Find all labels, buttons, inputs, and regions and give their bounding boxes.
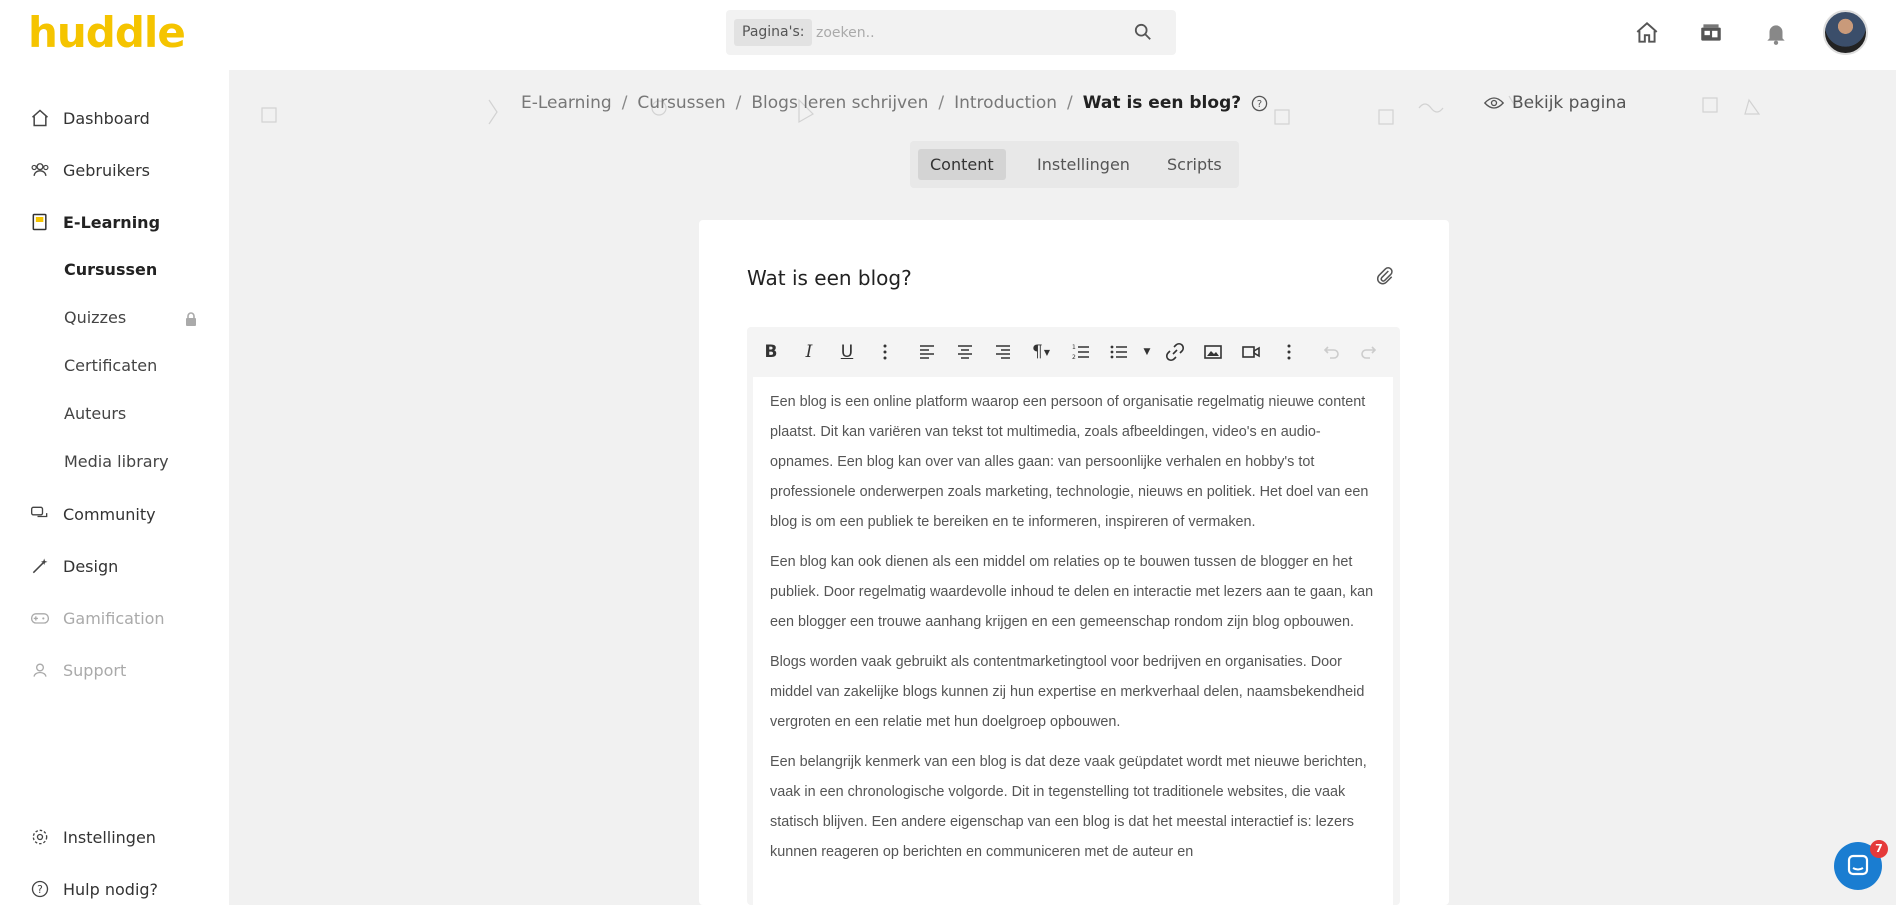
view-page-label: Bekijk pagina [1512, 93, 1627, 113]
sidebar: Dashboard Gebruikers E-Learning Cursusse… [0, 70, 229, 905]
tab-bar: Content Instellingen Scripts [910, 141, 1239, 188]
book-icon [32, 213, 47, 231]
breadcrumb-item[interactable]: E-Learning [521, 93, 612, 113]
sidebar-item-label: Support [63, 660, 127, 680]
breadcrumb-separator: / [1067, 93, 1073, 113]
sidebar-item-hulp[interactable]: ? Hulp nodig? [30, 875, 158, 903]
gamepad-icon [31, 613, 49, 624]
help-icon[interactable]: ? [1251, 95, 1268, 112]
rich-text-editor: B I U ¶ ▼ 12 ▼ Een blog is een online pla… [747, 327, 1400, 905]
sidebar-item-label: Dashboard [63, 108, 150, 128]
bell-icon[interactable] [1763, 20, 1789, 46]
link-icon[interactable] [1163, 340, 1187, 364]
home-icon[interactable] [1634, 20, 1660, 46]
align-right-icon[interactable] [991, 340, 1015, 364]
undo-icon[interactable] [1319, 340, 1343, 364]
sidebar-item-label: Gebruikers [63, 160, 151, 180]
paragraph[interactable]: Een blog kan ook dienen als een middel o… [770, 547, 1376, 637]
magic-wand-icon [32, 558, 48, 574]
editor-content[interactable]: Een blog is een online platform waarop e… [753, 377, 1393, 905]
breadcrumb: E-Learning / Cursussen / Blogs leren sch… [521, 93, 1268, 113]
sidebar-subitem-certificaten[interactable]: Certificaten [64, 354, 157, 378]
list-dropdown-icon[interactable]: ▼ [1135, 340, 1159, 364]
sidebar-subitem-media-library[interactable]: Media library [64, 450, 169, 474]
sidebar-item-gebruikers[interactable]: Gebruikers [30, 156, 150, 184]
sidebar-item-e-learning[interactable]: E-Learning [30, 208, 160, 236]
chat-icon [31, 506, 48, 518]
breadcrumb-separator: / [735, 93, 742, 113]
more-vertical-icon[interactable] [873, 340, 897, 364]
underline-icon[interactable]: U [835, 340, 859, 364]
breadcrumb-item[interactable]: Cursussen [637, 93, 725, 113]
gear-icon [32, 829, 48, 845]
tab-scripts[interactable]: Scripts [1155, 149, 1234, 180]
support-icon [33, 663, 47, 677]
bold-icon[interactable]: B [759, 340, 783, 364]
users-icon [31, 163, 49, 176]
sidebar-item-label: Instellingen [63, 827, 156, 847]
breadcrumb-item[interactable]: Introduction [954, 93, 1057, 113]
sidebar-item-label: Gamification [63, 608, 165, 628]
unordered-list-icon[interactable] [1107, 340, 1131, 364]
breadcrumb-separator: / [938, 93, 945, 113]
svg-text:?: ? [37, 883, 43, 896]
svg-text:?: ? [1257, 99, 1262, 110]
sidebar-subitem-auteurs[interactable]: Auteurs [64, 402, 126, 426]
content-card: Wat is een blog? B I U ¶ ▼ 12 ▼ Een blog … [699, 220, 1449, 905]
sidebar-item-label: Design [63, 556, 119, 576]
redo-icon[interactable] [1357, 340, 1381, 364]
breadcrumb-separator: / [621, 93, 628, 113]
tab-content[interactable]: Content [918, 149, 1006, 180]
align-center-icon[interactable] [953, 340, 977, 364]
eye-icon [1484, 97, 1504, 109]
breadcrumb-item[interactable]: Blogs leren schrijven [751, 93, 928, 113]
tab-instellingen[interactable]: Instellingen [1025, 149, 1142, 180]
view-page-link[interactable]: Bekijk pagina [1484, 93, 1627, 113]
italic-icon[interactable]: I [797, 340, 821, 364]
image-icon[interactable] [1201, 340, 1225, 364]
sidebar-item-label: E-Learning [63, 212, 161, 232]
notification-badge: 7 [1870, 840, 1888, 858]
video-icon[interactable] [1239, 340, 1263, 364]
svg-text:1: 1 [1072, 344, 1076, 351]
paragraph[interactable]: Een blog is een online platform waarop e… [770, 387, 1376, 537]
sidebar-subitem-quizzes[interactable]: Quizzes [64, 306, 126, 330]
search-icon[interactable] [1134, 23, 1152, 41]
sidebar-item-design[interactable]: Design [30, 552, 118, 580]
lock-icon [186, 312, 196, 326]
help-icon: ? [31, 880, 49, 898]
svg-text:2: 2 [1072, 354, 1076, 361]
sidebar-item-dashboard[interactable]: Dashboard [30, 104, 150, 132]
sidebar-item-gamification[interactable]: Gamification [30, 604, 165, 632]
search-input[interactable] [816, 18, 1116, 47]
storefront-icon[interactable] [1698, 20, 1724, 46]
sidebar-item-community[interactable]: Community [30, 500, 156, 528]
search-bar: Pagina's: [726, 10, 1176, 55]
sidebar-item-label: Community [63, 504, 156, 524]
paragraph[interactable]: Een belangrijk kenmerk van een blog is d… [770, 747, 1376, 867]
more-vertical-icon[interactable] [1277, 340, 1301, 364]
breadcrumb-current: Wat is een blog? [1082, 93, 1242, 113]
ordered-list-icon[interactable]: 12 [1069, 340, 1093, 364]
paragraph-format-icon[interactable]: ¶ ▼ [1029, 340, 1053, 364]
sidebar-item-label: Hulp nodig? [63, 879, 159, 899]
sidebar-item-instellingen[interactable]: Instellingen [30, 823, 156, 851]
search-scope-label[interactable]: Pagina's: [734, 19, 813, 46]
sidebar-item-support[interactable]: Support [30, 656, 126, 684]
user-avatar[interactable] [1823, 10, 1868, 55]
page-title[interactable]: Wat is een blog? [747, 266, 912, 290]
align-left-icon[interactable] [915, 340, 939, 364]
home-icon [32, 109, 48, 127]
top-bar: huddle Pagina's: [0, 0, 1896, 70]
paperclip-icon[interactable] [1375, 266, 1395, 286]
editor-toolbar: B I U ¶ ▼ 12 ▼ [747, 327, 1400, 377]
paragraph[interactable]: Blogs worden vaak gebruikt als contentma… [770, 647, 1376, 737]
huddle-logo[interactable]: huddle [28, 8, 186, 57]
sidebar-subitem-cursussen[interactable]: Cursussen [64, 258, 157, 282]
